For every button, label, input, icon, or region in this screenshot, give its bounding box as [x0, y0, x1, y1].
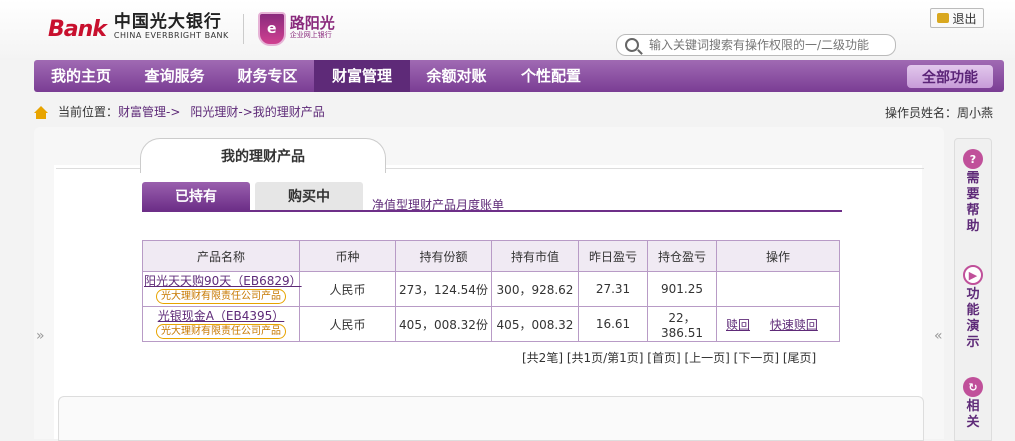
- shares-cell: 405，008.32份: [395, 306, 492, 342]
- nav-item-finance[interactable]: 财务专区: [221, 60, 314, 92]
- col-market-value: 持有市值: [491, 240, 579, 272]
- main-nav: 我的主页 查询服务 财务专区 财富管理 余额对账 个性配置: [34, 60, 1004, 92]
- related-button[interactable]: ↻ 相关: [955, 377, 991, 431]
- shield-icon: e: [257, 12, 286, 46]
- product-link[interactable]: 光银现金A（EB4395）: [144, 309, 298, 323]
- sub-brand-caption: 企业网上银行: [289, 31, 332, 39]
- expand-left-icon[interactable]: »: [36, 328, 45, 344]
- search-input[interactable]: [647, 37, 891, 53]
- nav-item-wealth[interactable]: 财富管理: [314, 60, 410, 92]
- search-box[interactable]: [616, 34, 896, 56]
- nav-item-query[interactable]: 查询服务: [128, 60, 221, 92]
- col-operations: 操作: [716, 240, 840, 272]
- col-position-pl: 持仓盈亏: [647, 240, 717, 272]
- yesterday-pl-cell: 27.31: [578, 271, 648, 307]
- col-product-name: 产品名称: [142, 240, 300, 272]
- right-sidebar: ? 需要帮助 ▶ 功能演示 ↻ 相关: [954, 138, 992, 441]
- sub-brand-logo: e 路阳光 企业网上银行: [257, 12, 335, 46]
- help-button[interactable]: ? 需要帮助: [955, 149, 991, 235]
- logo-divider: [242, 14, 244, 44]
- shares-cell: 273，124.54份: [395, 271, 492, 307]
- currency-cell: 人民币: [299, 306, 396, 342]
- breadcrumb-wealth[interactable]: 财富管理->: [118, 103, 180, 120]
- demo-label: 功能演示: [966, 287, 980, 350]
- operations-cell: [716, 271, 840, 307]
- currency-cell: 人民币: [299, 271, 396, 307]
- issuer-badge: 光大理财有限责任公司产品: [156, 289, 286, 304]
- table-header-row: 产品名称 币种 持有份额 持有市值 昨日盈亏 持仓盈亏 操作: [142, 240, 840, 272]
- table-row: 阳光天天购90天（EB6829） 光大理财有限责任公司产品 人民币 273，12…: [142, 271, 840, 307]
- operations-cell: 赎回 快速赎回: [716, 306, 840, 342]
- col-currency: 币种: [299, 240, 396, 272]
- search-icon[interactable]: [625, 38, 639, 52]
- bank-logo-text: 中国光大银行 CHINA EVERBRIGHT BANK: [113, 12, 229, 43]
- demo-button[interactable]: ▶ 功能演示: [955, 265, 991, 351]
- product-link[interactable]: 阳光天天购90天（EB6829）: [144, 274, 302, 288]
- logout-button[interactable]: 退出: [930, 8, 984, 28]
- logout-icon: [937, 13, 950, 23]
- yesterday-pl-cell: 16.61: [578, 306, 648, 342]
- breadcrumb-current[interactable]: 阳光理财->我的理财产品: [190, 103, 324, 120]
- breadcrumb-prefix: 当前位置：: [58, 105, 119, 119]
- position-pl-cell: 901.25: [647, 271, 717, 307]
- bank-logo[interactable]: Bank 中国光大银行 CHINA EVERBRIGHT BANK e 路阳光 …: [48, 12, 335, 46]
- bank-name-cn: 中国光大银行: [113, 12, 222, 32]
- header: Bank 中国光大银行 CHINA EVERBRIGHT BANK e 路阳光 …: [0, 0, 1015, 58]
- nav-item-home[interactable]: 我的主页: [34, 60, 128, 92]
- tab-held[interactable]: 已持有: [142, 182, 250, 210]
- tab-buying[interactable]: 购买中: [255, 182, 363, 210]
- market-value-cell: 300，928.62: [491, 271, 579, 307]
- all-functions-button[interactable]: 全部功能: [907, 65, 993, 88]
- collapse-right-icon[interactable]: «: [934, 328, 943, 344]
- pagination[interactable]: [共2笔] [共1页/第1页] [首页] [上一页] [下一页] [尾页]: [522, 349, 816, 366]
- sub-brand-name: 路阳光: [289, 14, 335, 32]
- operator-name: 操作员姓名：周小燕: [885, 106, 994, 120]
- tab-underline: [142, 210, 842, 212]
- play-icon: ▶: [963, 265, 983, 285]
- product-cell: 光银现金A（EB4395） 光大理财有限责任公司产品: [142, 306, 300, 342]
- bottom-panel: [58, 396, 924, 441]
- col-yesterday-pl: 昨日盈亏: [578, 240, 648, 272]
- refresh-icon: ↻: [963, 377, 983, 397]
- page-title: 我的理财产品: [140, 138, 386, 173]
- redeem-link[interactable]: 赎回: [726, 318, 750, 332]
- bank-name-en: CHINA EVERBRIGHT BANK: [113, 31, 229, 40]
- help-icon: ?: [963, 149, 983, 169]
- related-label: 相关: [966, 399, 980, 430]
- position-pl-cell: 22，386.51: [647, 306, 717, 342]
- logout-label: 退出: [952, 11, 977, 26]
- col-shares: 持有份额: [395, 240, 492, 272]
- breadcrumb: 当前位置： 财富管理-> 阳光理财->我的理财产品: [34, 103, 325, 120]
- market-value-cell: 405，008.32: [491, 306, 579, 342]
- bank-logo-mark: Bank: [48, 16, 107, 42]
- nav-item-settings[interactable]: 个性配置: [503, 60, 599, 92]
- home-icon[interactable]: [34, 106, 48, 119]
- table-row: 光银现金A（EB4395） 光大理财有限责任公司产品 人民币 405，008.3…: [142, 306, 840, 342]
- nav-item-reconcile[interactable]: 余额对账: [410, 60, 503, 92]
- help-label: 需要帮助: [966, 171, 980, 234]
- quick-redeem-link[interactable]: 快速赎回: [770, 318, 818, 332]
- issuer-badge: 光大理财有限责任公司产品: [156, 324, 286, 339]
- holdings-table: 产品名称 币种 持有份额 持有市值 昨日盈亏 持仓盈亏 操作 阳光天天购90天（…: [142, 240, 840, 342]
- product-cell: 阳光天天购90天（EB6829） 光大理财有限责任公司产品: [142, 271, 302, 307]
